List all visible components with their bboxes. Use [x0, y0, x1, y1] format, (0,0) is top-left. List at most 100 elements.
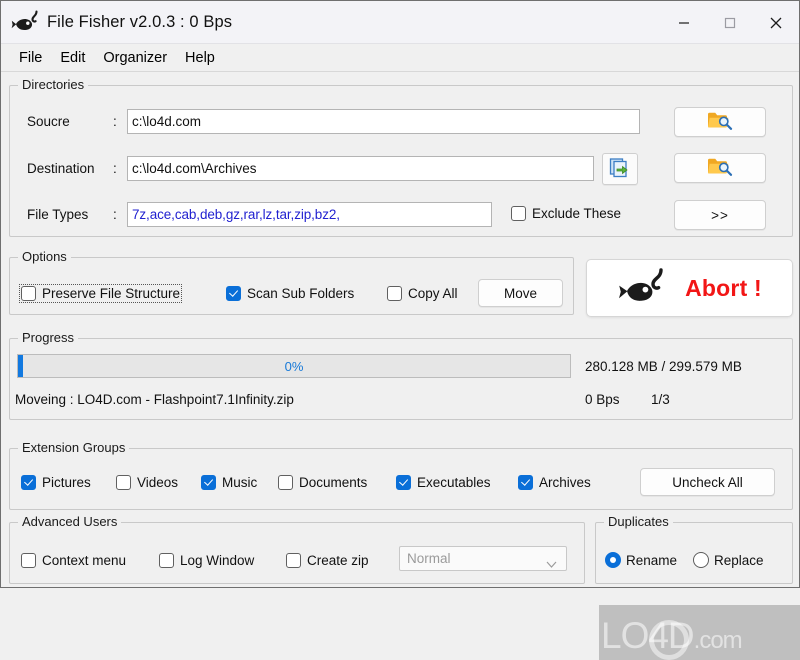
checkbox-box [21, 475, 36, 490]
progress-legend: Progress [18, 330, 79, 345]
archives-label: Archives [539, 475, 591, 490]
videos-label: Videos [137, 475, 179, 490]
source-label: Soucre [27, 114, 70, 129]
progress-group: Progress [9, 330, 793, 420]
swap-paths-button[interactable] [602, 153, 638, 185]
move-button[interactable]: Move [478, 279, 563, 307]
checkbox-box [286, 553, 301, 568]
directories-legend: Directories [18, 77, 89, 92]
destination-browse-button[interactable] [674, 153, 766, 183]
checkbox-box [518, 475, 533, 490]
window-title: File Fisher v2.0.3 : 0 Bps [47, 12, 233, 31]
fish-hook-icon [11, 9, 45, 35]
log-window-label: Log Window [180, 553, 255, 568]
executables-checkbox[interactable]: Executables [396, 475, 491, 490]
context-menu-checkbox[interactable]: Context menu [21, 553, 126, 568]
pictures-label: Pictures [42, 475, 91, 490]
folder-search-icon [707, 111, 733, 134]
progress-speed-label: 0 Bps [585, 392, 620, 407]
videos-checkbox[interactable]: Videos [116, 475, 178, 490]
abort-label: Abort ! [685, 274, 762, 301]
uncheck-all-button[interactable]: Uncheck All [640, 468, 775, 496]
checkbox-box [21, 286, 36, 301]
radio-circle [605, 552, 621, 568]
scan-sub-folders-checkbox[interactable]: Scan Sub Folders [226, 286, 354, 301]
create-zip-label: Create zip [307, 553, 369, 568]
abort-button[interactable]: Abort ! [586, 259, 793, 317]
menu-bar: File Edit Organizer Help [1, 44, 799, 72]
destination-colon: : [113, 161, 117, 176]
pictures-checkbox[interactable]: Pictures [21, 475, 91, 490]
watermark-brand: LO4D [601, 615, 695, 656]
duplicates-replace-label: Replace [714, 552, 764, 568]
menu-item-file[interactable]: File [10, 48, 51, 68]
progress-bar: 0% [17, 354, 571, 378]
destination-label: Destination [27, 161, 95, 176]
checkbox-box [396, 475, 411, 490]
advanced-users-legend: Advanced Users [18, 514, 122, 529]
source-browse-button[interactable] [674, 107, 766, 137]
extension-groups-legend: Extension Groups [18, 440, 130, 455]
title-bar: File Fisher v2.0.3 : 0 Bps [1, 1, 799, 44]
file-types-input[interactable]: 7z,ace,cab,deb,gz,rar,lz,tar,zip,bz2, [127, 202, 492, 227]
menu-item-edit[interactable]: Edit [51, 48, 94, 68]
music-label: Music [222, 475, 258, 490]
minimize-button[interactable] [661, 1, 707, 44]
documents-checkbox[interactable]: Documents [278, 475, 367, 490]
watermark-band [599, 605, 800, 660]
options-legend: Options [18, 249, 71, 264]
source-input[interactable]: c:\lo4d.com [127, 109, 640, 134]
chevron-down-icon [546, 556, 557, 568]
duplicates-replace-radio[interactable]: Replace [693, 552, 764, 568]
log-window-checkbox[interactable]: Log Window [159, 553, 254, 568]
preserve-file-structure-label: Preserve File Structure [42, 286, 181, 301]
file-types-colon: : [113, 207, 117, 222]
menu-item-organizer[interactable]: Organizer [94, 48, 176, 68]
create-zip-checkbox[interactable]: Create zip [286, 553, 369, 568]
zip-level-select[interactable]: Normal [399, 546, 567, 571]
watermark-suffix: .com [693, 627, 743, 654]
exclude-these-checkbox[interactable]: Exclude These [511, 206, 621, 221]
checkbox-box [116, 475, 131, 490]
checkbox-box [278, 475, 293, 490]
preserve-file-structure-checkbox[interactable]: Preserve File Structure [18, 284, 183, 303]
checkbox-box [387, 286, 402, 301]
source-colon: : [113, 114, 117, 129]
file-types-label: File Types [27, 207, 89, 222]
watermark-ring-icon [649, 620, 689, 660]
app-window: File Fisher v2.0.3 : 0 Bps File Edit Org… [0, 0, 800, 660]
documents-label: Documents [299, 475, 368, 490]
checkbox-box [159, 553, 174, 568]
copy-all-checkbox[interactable]: Copy All [387, 286, 458, 301]
duplicates-legend: Duplicates [604, 514, 673, 529]
more-file-types-button[interactable]: >> [674, 200, 766, 230]
scan-sub-folders-label: Scan Sub Folders [247, 286, 355, 301]
checkbox-box [21, 553, 36, 568]
checkbox-box [226, 286, 241, 301]
progress-percent-label: 0% [284, 358, 304, 374]
duplicates-rename-radio[interactable]: Rename [605, 552, 677, 568]
destination-input[interactable]: c:\lo4d.com\Archives [127, 156, 594, 181]
menu-item-help[interactable]: Help [176, 48, 224, 68]
archives-checkbox[interactable]: Archives [518, 475, 591, 490]
progress-fill [18, 355, 23, 377]
music-checkbox[interactable]: Music [201, 475, 257, 490]
executables-label: Executables [417, 475, 491, 490]
folder-search-icon [707, 157, 733, 180]
fish-hook-icon [617, 265, 677, 312]
progress-count-label: 1/3 [651, 392, 670, 407]
progress-status-label: Moveing : LO4D.com - Flashpoint7.1Infini… [15, 392, 294, 407]
maximize-button[interactable] [707, 1, 753, 44]
checkbox-box [511, 206, 526, 221]
progress-size-label: 280.128 MB / 299.579 MB [585, 359, 742, 374]
radio-circle [693, 552, 709, 568]
checkbox-box [201, 475, 216, 490]
duplicates-rename-label: Rename [626, 552, 678, 568]
copy-pages-arrow-icon [608, 156, 632, 183]
watermark-text: LO4D.com [601, 615, 800, 657]
exclude-these-label: Exclude These [532, 206, 622, 221]
zip-level-value: Normal [407, 551, 451, 566]
close-button[interactable] [753, 1, 799, 44]
context-menu-label: Context menu [42, 553, 127, 568]
window-controls [661, 1, 799, 44]
